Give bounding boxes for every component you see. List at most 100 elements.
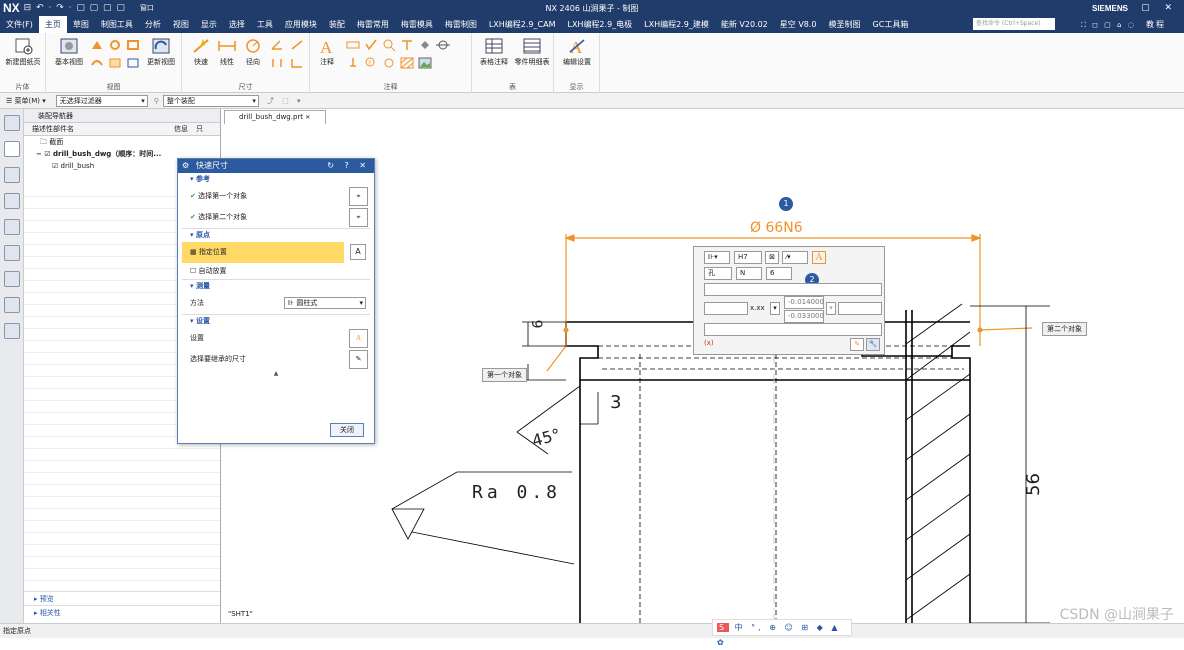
reference-header[interactable]: ▾ 参考 — [182, 173, 370, 186]
fill-icon[interactable] — [418, 39, 432, 51]
web-browser-icon[interactable] — [3, 245, 20, 261]
history-icon[interactable] — [3, 271, 20, 287]
hatch-icon[interactable] — [400, 57, 414, 69]
tolerance-class-select[interactable]: H7 — [734, 251, 762, 264]
col-readonly[interactable]: 只 — [196, 123, 203, 136]
fit-letter-select[interactable]: N — [736, 267, 762, 280]
col-name[interactable]: 描述性部件名 — [32, 125, 74, 133]
parts-list-button[interactable]: 零件明细表 — [512, 37, 552, 67]
table-note-button[interactable]: 表格注释 — [476, 37, 512, 67]
auto-place-row[interactable]: ☐ 自动放置 — [182, 263, 370, 279]
help-tutorial[interactable]: ⛶ ◻ ▢ ⌂ ◌ 教程 — [1075, 16, 1178, 33]
angular-dimension-icon[interactable] — [270, 39, 284, 51]
settings-header[interactable]: ▾ 设置 — [182, 315, 370, 328]
tolerance-select[interactable]: ▾ — [826, 302, 836, 315]
assembly-navigator-icon[interactable] — [3, 141, 20, 157]
menu-meilei-common[interactable]: 梅雷常用 — [351, 16, 395, 33]
radial-dimension-button[interactable]: 径向 — [240, 37, 266, 67]
auto-place-checkbox[interactable]: ☐ — [190, 267, 196, 275]
dimension-3-text[interactable]: 3 — [610, 392, 621, 413]
linear-dimension-button[interactable]: 线性 — [214, 37, 240, 67]
weld-symbol-icon[interactable] — [382, 39, 396, 51]
crosshair-first-button[interactable]: ⌖ — [349, 187, 368, 206]
menu-nengxin[interactable]: 能新 V20.02 — [715, 16, 774, 33]
symbol-icon[interactable] — [382, 57, 396, 69]
close-button[interactable]: 关闭 — [330, 423, 364, 437]
lower-tolerance-input[interactable]: -0.033000 — [784, 310, 824, 323]
col-info[interactable]: 信息 — [174, 123, 188, 136]
crosshair-second-button[interactable]: ⌖ — [349, 208, 368, 227]
upper-tolerance-input[interactable]: -0.014000 — [784, 296, 824, 309]
text-settings-icon[interactable]: A — [812, 251, 826, 264]
settings-icon[interactable] — [3, 115, 20, 131]
surface-finish-icon[interactable] — [364, 39, 378, 51]
origin-header[interactable]: ▾ 原点 — [182, 229, 370, 242]
menu-assembly[interactable]: 装配 — [323, 16, 351, 33]
menu-tools[interactable]: 工具 — [251, 16, 279, 33]
palette-icon[interactable] — [3, 323, 20, 339]
origin-tool-icon[interactable]: A — [350, 244, 366, 260]
menu-home[interactable]: 主页 — [38, 16, 67, 33]
type-filter-select[interactable]: 无选择过滤器 — [55, 94, 148, 107]
menu-lxh-cam[interactable]: LXH编程2.9_CAM — [483, 16, 562, 33]
dependencies-panel[interactable]: ▸ 相关性 — [24, 605, 220, 619]
dimension-56-text[interactable]: 56 — [1023, 473, 1044, 496]
suffix-input[interactable] — [838, 302, 882, 315]
tree-row-section[interactable]: 🗀 截面 — [24, 136, 220, 148]
quick-dimension-button[interactable]: 快速 — [188, 37, 214, 67]
role-icon[interactable] — [3, 219, 20, 235]
tab-drawing[interactable]: drill_bush_dwg.prt ✕ — [224, 110, 326, 124]
menu-lxh-modeling[interactable]: LXH编程2.9_建模 — [638, 16, 715, 33]
broken-out-icon[interactable] — [108, 57, 122, 69]
menu-lxh-electrode[interactable]: LXH编程2.9_电极 — [561, 16, 638, 33]
snap-icons[interactable]: ⤴ ⬚ ▾ — [267, 96, 304, 106]
menu-view[interactable]: 视图 — [167, 16, 195, 33]
select-first-object-row[interactable]: ✔ 选择第一个对象 ⌖ — [182, 186, 370, 207]
menu-meilei-mold[interactable]: 梅雷模具 — [395, 16, 439, 33]
scope-select[interactable]: 整个装配 — [162, 94, 259, 107]
system-materials-icon[interactable] — [3, 297, 20, 313]
menu-display[interactable]: 显示 — [195, 16, 223, 33]
edit-settings-button[interactable]: A 编辑设置 — [558, 37, 596, 67]
settings-button[interactable]: A — [349, 329, 368, 348]
base-view-button[interactable]: 基本视图 — [52, 37, 86, 67]
break-view-icon[interactable] — [90, 57, 104, 69]
fit-type-select[interactable]: 孔 — [704, 267, 732, 280]
roughness-text[interactable]: Ra 0.8 — [472, 482, 561, 503]
preview-panel[interactable]: ▸ 预览 — [24, 591, 220, 605]
part-navigator-icon[interactable] — [3, 167, 20, 183]
measurement-header[interactable]: ▾ 测量 — [182, 280, 370, 293]
section-view-icon[interactable] — [126, 39, 140, 51]
menu-file[interactable]: 文件(F) — [0, 16, 39, 33]
wrench-settings-icon[interactable]: 🔧 — [866, 338, 880, 351]
edit-annotation-icon[interactable]: ✎ — [850, 338, 864, 351]
chamfer-dimension-icon[interactable] — [290, 39, 304, 51]
dimension-type-select[interactable]: ⊪▾ — [704, 251, 730, 264]
target-point-icon[interactable] — [400, 39, 414, 51]
ime-toolbar[interactable]: S 中 °, ⊕ ☺ ⊞ ◆ ▲ ✿ — [712, 619, 852, 647]
menu-meilei-drafting[interactable]: 梅雷制图 — [439, 16, 483, 33]
sogou-icon[interactable]: S — [717, 623, 730, 632]
ordinate-dimension-icon[interactable] — [290, 57, 304, 69]
collapse-toggle[interactable]: ▲ — [182, 370, 370, 377]
note-button[interactable]: A 注释 — [314, 37, 340, 67]
window-menu[interactable]: 窗口 — [140, 3, 154, 13]
detail-view-icon[interactable] — [108, 39, 122, 51]
menu-mosheng[interactable]: 模圣制图 — [823, 16, 867, 33]
dimension-6-text[interactable]: 6 — [530, 320, 546, 329]
update-view-button[interactable]: 更新视图 — [144, 37, 178, 67]
view-boundary-icon[interactable] — [126, 57, 140, 69]
menu-gc-toolbox[interactable]: GC工具箱 — [867, 16, 915, 33]
menu-applications[interactable]: 应用模块 — [279, 16, 323, 33]
value-input[interactable] — [704, 302, 748, 315]
expression-button[interactable]: (x) — [704, 339, 714, 347]
menu-drafting-tools[interactable]: 制图工具 — [95, 16, 139, 33]
menu-button[interactable]: ☰ 菜单(M) ▾ — [6, 96, 46, 106]
menu-analysis[interactable]: 分析 — [139, 16, 167, 33]
new-sheet-button[interactable]: 新建图纸页 — [4, 37, 42, 67]
diameter-dimension-text[interactable]: Ø 66N6 — [750, 220, 803, 236]
select-second-object-row[interactable]: ✔ 选择第二个对象 ⌖ — [182, 207, 370, 228]
menu-xingkong[interactable]: 星空 V8.0 — [774, 16, 823, 33]
feature-control-frame-icon[interactable] — [346, 39, 360, 51]
image-icon[interactable] — [418, 57, 432, 69]
